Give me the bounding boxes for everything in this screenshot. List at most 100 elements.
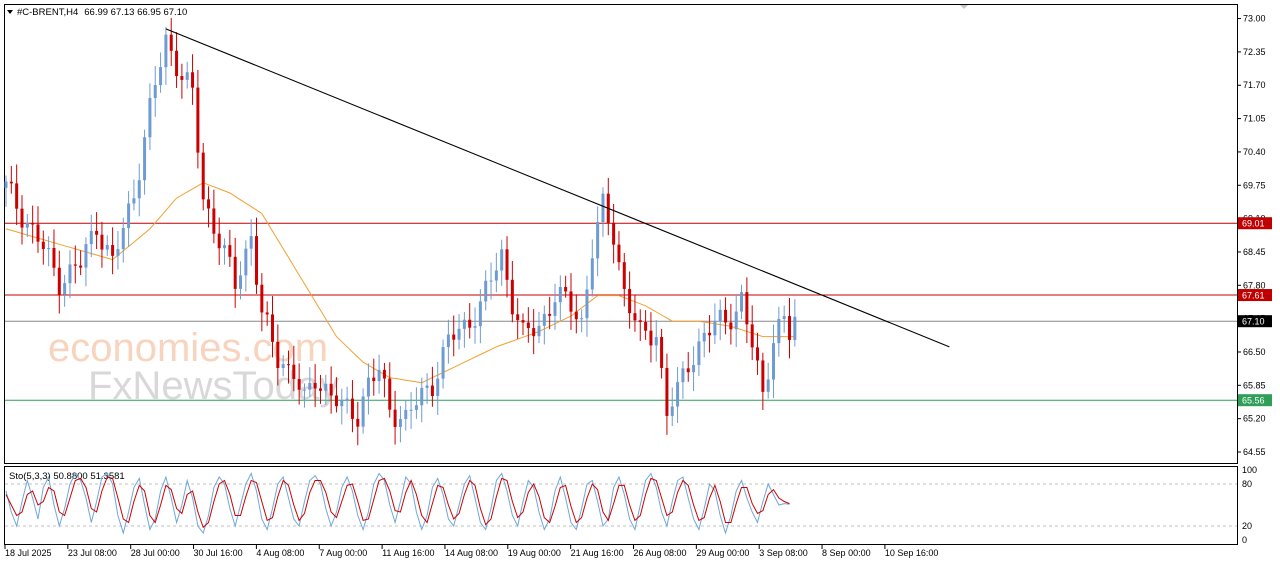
price-tag-label: 67.61 <box>1242 291 1265 301</box>
time-axis-tick-label: 30 Jul 16:00 <box>194 548 243 558</box>
candle-body <box>169 34 173 51</box>
candle-body <box>164 34 168 68</box>
candle-body <box>548 313 552 316</box>
candle-body <box>585 289 589 319</box>
candle-body <box>68 264 72 284</box>
candle-body <box>521 320 525 323</box>
candle-body <box>617 244 621 263</box>
candle-body <box>388 378 392 410</box>
price-axis-tick-label: 68.45 <box>1243 247 1266 257</box>
candle-body <box>233 256 237 289</box>
time-axis-tick-label: 28 Jul 00:00 <box>131 548 180 558</box>
price-axis-tick-label: 69.75 <box>1243 180 1266 190</box>
candle-body <box>612 222 616 245</box>
symbol-label: #C-BRENT,H4 66.99 67.13 66.95 67.10 <box>17 7 187 18</box>
time-axis-tick-label: 23 Jul 08:00 <box>68 548 117 558</box>
candle-body <box>398 418 402 427</box>
candle-body <box>52 247 56 268</box>
price-axis-tick-label: 66.50 <box>1243 347 1266 357</box>
candle-body <box>772 343 776 380</box>
candle-body <box>15 183 19 209</box>
price-axis-tick-label: 72.35 <box>1243 47 1266 57</box>
candle-body <box>329 383 333 396</box>
candle-body <box>207 199 211 209</box>
candle-body <box>47 247 51 249</box>
candle-body <box>500 249 504 271</box>
candle-body <box>79 265 83 268</box>
candle-body <box>542 313 546 326</box>
candle-body <box>185 72 189 80</box>
candle-body <box>622 262 626 289</box>
candle-body <box>537 325 541 337</box>
candle-body <box>777 318 781 344</box>
candle-body <box>516 314 520 321</box>
time-axis-tick-label: 8 Sep 00:00 <box>822 548 871 558</box>
candle-body <box>793 316 797 340</box>
price-axis-tick-label: 70.40 <box>1243 147 1266 157</box>
candle-body <box>457 328 461 340</box>
candle-body <box>532 328 536 337</box>
candle-body <box>255 236 259 285</box>
candle-body <box>414 405 418 410</box>
candle-body <box>569 291 573 312</box>
time-axis-tick-label: 3 Sep 08:00 <box>759 548 808 558</box>
candle-body <box>286 364 290 366</box>
candle-body <box>249 236 253 249</box>
candle-body <box>590 258 594 290</box>
candle-body <box>153 85 157 99</box>
stochastic-axis-tick-label: 20 <box>1242 521 1252 531</box>
price-chart[interactable]: economies.com FxNewsToday #C-BRENT,H4 66.… <box>0 0 1280 567</box>
time-axis-tick-label: 7 Aug 00:00 <box>319 548 367 558</box>
price-axis-tick-label: 65.20 <box>1243 414 1266 424</box>
candle-body <box>148 98 152 138</box>
candle-body <box>766 379 770 392</box>
candle-body <box>57 267 61 295</box>
candle-body <box>745 292 749 325</box>
candle-body <box>468 319 472 328</box>
candle-body <box>345 398 349 400</box>
candle-body <box>271 314 274 342</box>
candle-body <box>665 367 669 416</box>
candle-body <box>9 181 13 184</box>
candle-body <box>660 337 664 368</box>
candle-body <box>478 301 482 327</box>
candle-body <box>228 245 232 257</box>
candle-body <box>137 180 141 199</box>
candle-body <box>324 383 328 391</box>
candle-body <box>788 316 792 340</box>
candle-body <box>510 279 514 315</box>
candle-body <box>420 387 424 406</box>
candle-body <box>484 280 488 302</box>
candle-body <box>63 283 67 295</box>
candle-body <box>132 198 136 204</box>
candle-body <box>180 76 184 80</box>
stochastic-axis-tick-label: 100 <box>1242 465 1257 475</box>
candle-body <box>84 244 88 268</box>
candle-body <box>425 385 429 388</box>
candle-body <box>41 241 45 249</box>
candle-body <box>143 137 147 181</box>
candle-body <box>430 385 434 397</box>
candle-body <box>260 284 264 313</box>
watermark-fxnewstoday: FxNewsToday <box>88 364 339 408</box>
price-axis-tick-label: 73.00 <box>1243 14 1266 24</box>
candle-body <box>580 318 584 320</box>
candle-body <box>596 222 600 259</box>
candle-body <box>436 378 440 397</box>
candle-body <box>334 395 338 407</box>
candle-body <box>654 337 658 346</box>
candle-body <box>473 326 477 328</box>
candle-body <box>564 287 568 292</box>
candle-body <box>409 409 413 411</box>
candle-body <box>708 332 712 336</box>
candle-body <box>729 322 733 330</box>
candle-body <box>574 311 578 320</box>
time-axis-tick-label: 14 Aug 08:00 <box>445 548 498 558</box>
candle-body <box>724 309 728 323</box>
price-axis-tick-label: 67.80 <box>1243 280 1266 290</box>
price-axis-tick-label: 65.85 <box>1243 380 1266 390</box>
candle-body <box>697 341 701 366</box>
time-axis-tick-label: 4 Aug 08:00 <box>256 548 304 558</box>
candle-body <box>718 309 722 322</box>
candle-body <box>692 365 696 373</box>
